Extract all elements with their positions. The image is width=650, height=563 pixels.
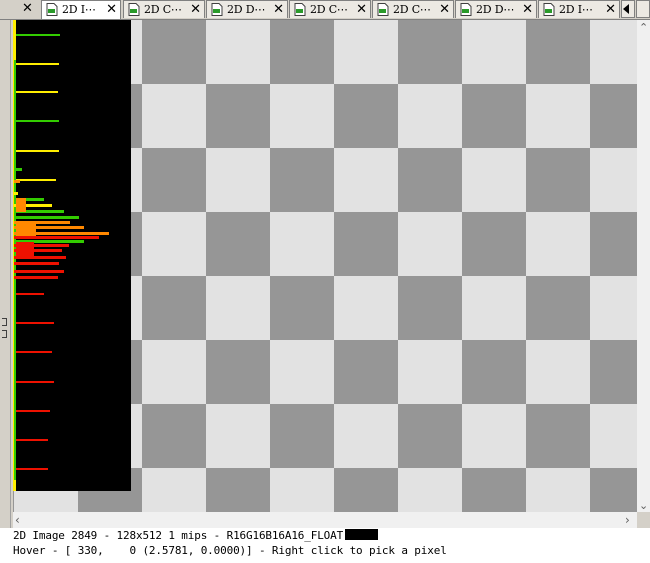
tab-scroll-left-button[interactable] xyxy=(621,0,635,18)
tab-close-icon[interactable]: ✕ xyxy=(522,1,533,18)
texture-streak xyxy=(14,256,66,259)
texture-streak xyxy=(14,216,79,219)
document-icon xyxy=(460,3,472,16)
tab-2d-d-2[interactable]: 2D D⋯ ✕ xyxy=(455,0,537,18)
tab-2d-image-1[interactable]: 2D I⋯ ✕ xyxy=(41,0,121,19)
texture-streak xyxy=(14,410,50,412)
document-icon xyxy=(128,3,140,16)
status-area: 2D Image 2849 - 128x512 1 mips - R16G16B… xyxy=(0,528,650,563)
texture-streak xyxy=(14,180,20,183)
texture-streak xyxy=(14,120,59,122)
document-icon xyxy=(294,3,306,16)
tab-scroll-right-button[interactable] xyxy=(636,0,650,18)
tab-close-icon[interactable]: ✕ xyxy=(439,1,450,18)
texture-streak xyxy=(14,262,59,265)
texture-streak xyxy=(14,221,70,224)
tab-2d-image-2[interactable]: 2D I⋯ ✕ xyxy=(538,0,620,18)
tab-close-icon[interactable]: ✕ xyxy=(605,1,616,18)
texture-streak xyxy=(14,322,54,324)
texture-streak xyxy=(16,242,34,256)
document-icon xyxy=(377,3,389,16)
texture-streak xyxy=(14,276,58,279)
tab-label: 2D I⋯ xyxy=(62,3,96,16)
texture-streak xyxy=(14,150,59,152)
tab-label: 2D C⋯ xyxy=(393,3,431,16)
horizontal-scrollbar[interactable]: ‹ › xyxy=(13,512,637,528)
texture-streak xyxy=(16,224,36,236)
gutter-marker xyxy=(2,318,7,326)
left-gutter xyxy=(0,20,11,528)
tab-bar: ✕ 2D I⋯ ✕ 2D C⋯ ✕ 2D D⋯ ✕ 2D C⋯ ✕ 2D C⋯ … xyxy=(0,0,650,20)
document-icon xyxy=(46,3,58,16)
texture-streak xyxy=(14,381,54,383)
close-icon[interactable]: ✕ xyxy=(22,0,33,17)
texture-streak xyxy=(14,63,59,65)
scroll-left-icon[interactable]: ‹ xyxy=(15,513,20,527)
gutter-marker xyxy=(2,330,7,338)
tab-close-icon[interactable]: ✕ xyxy=(273,1,284,18)
tab-2d-c-1[interactable]: 2D C⋯ ✕ xyxy=(123,0,205,18)
tab-label: 2D I⋯ xyxy=(559,3,593,16)
texture-streak xyxy=(14,351,52,353)
texture-streak xyxy=(14,179,56,181)
scroll-down-icon[interactable]: ⌄ xyxy=(639,500,648,511)
tab-2d-c-2[interactable]: 2D C⋯ ✕ xyxy=(289,0,371,18)
document-icon xyxy=(543,3,555,16)
triangle-left-icon xyxy=(623,4,629,14)
pixel-color-swatch xyxy=(345,529,379,540)
texture-streak xyxy=(14,168,22,171)
image-info-line: 2D Image 2849 - 128x512 1 mips - R16G16B… xyxy=(13,529,379,542)
texture-streak xyxy=(14,91,58,93)
texture-pixels xyxy=(13,20,109,491)
tab-2d-c-3[interactable]: 2D C⋯ ✕ xyxy=(372,0,454,18)
scroll-right-icon[interactable]: › xyxy=(625,513,630,527)
tab-label: 2D C⋯ xyxy=(144,3,182,16)
texture-streak xyxy=(14,236,99,239)
hover-info-line: Hover - [ 330, 0 (2.5781, 0.0000)] - Rig… xyxy=(13,544,447,557)
texture-streak xyxy=(14,270,64,273)
tab-label: 2D D⋯ xyxy=(227,3,266,16)
texture-streak xyxy=(16,198,26,212)
texture-image[interactable] xyxy=(13,20,131,491)
texture-streak xyxy=(14,34,60,36)
vertical-scrollbar[interactable]: ⌃ ⌄ xyxy=(637,20,650,512)
texture-streak xyxy=(14,468,48,470)
tab-2d-d-1[interactable]: 2D D⋯ ✕ xyxy=(206,0,288,18)
image-info-text: 2D Image 2849 - 128x512 1 mips - R16G16B… xyxy=(13,529,344,542)
tab-close-icon[interactable]: ✕ xyxy=(356,1,367,18)
tab-close-icon[interactable]: ✕ xyxy=(190,1,201,18)
document-icon xyxy=(211,3,223,16)
scroll-up-icon[interactable]: ⌃ xyxy=(639,22,648,33)
texture-viewport[interactable] xyxy=(13,20,637,512)
texture-streak xyxy=(14,293,44,295)
tab-label: 2D D⋯ xyxy=(476,3,515,16)
texture-streak xyxy=(14,192,18,195)
texture-streak xyxy=(14,439,48,441)
tab-label: 2D C⋯ xyxy=(310,3,348,16)
tab-close-icon[interactable]: ✕ xyxy=(106,1,117,18)
